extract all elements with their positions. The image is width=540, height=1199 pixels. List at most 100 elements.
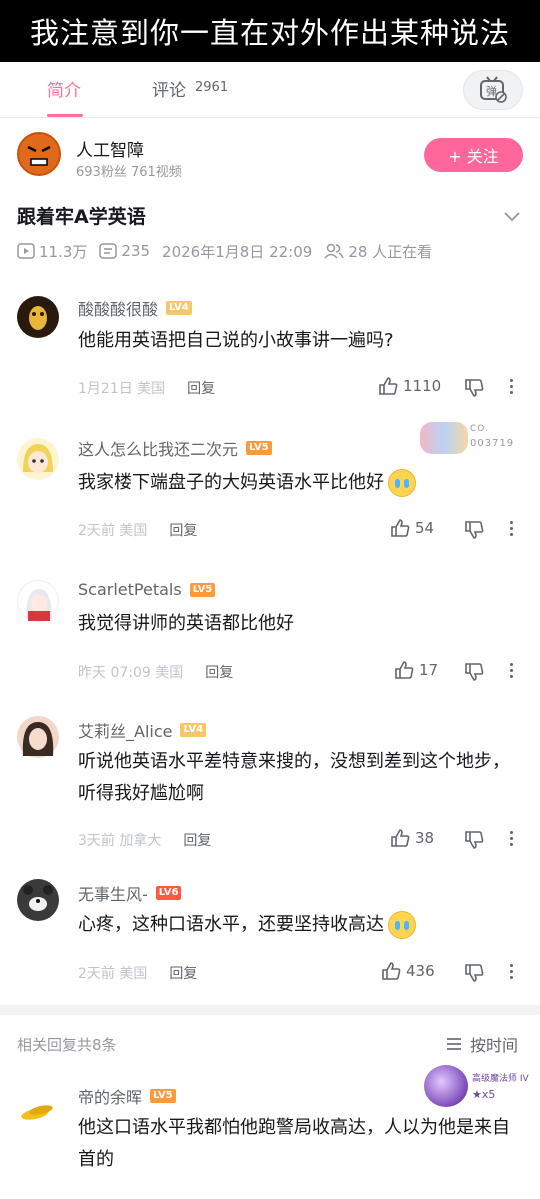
thumbs-down-icon[interactable] bbox=[464, 830, 484, 850]
username-text: 艾莉丝_Alice bbox=[78, 722, 173, 741]
comment-username[interactable]: 帝的余晖 LV5 bbox=[78, 1084, 176, 1108]
reply-button[interactable]: 回复 bbox=[183, 830, 211, 850]
uploader-row: 人工智障 693粉丝 761视频 + 关注 bbox=[0, 118, 540, 196]
follow-button[interactable]: + 关注 bbox=[424, 138, 523, 172]
danmaku-off-icon: 弹 bbox=[480, 76, 507, 103]
fan-badge: CO. 003719 bbox=[420, 420, 524, 458]
level-badge: LV4 bbox=[166, 301, 192, 315]
related-replies-header: 相关回复共8条 按时间 bbox=[0, 1018, 540, 1070]
level-badge: LV6 bbox=[155, 886, 182, 900]
comment-time: 3天前 加拿大 bbox=[78, 833, 162, 849]
people-icon bbox=[324, 243, 345, 259]
decoration-title: 高级魔法师 IV bbox=[472, 1074, 529, 1084]
magic-orb-icon bbox=[424, 1065, 468, 1107]
comment-meta: 1月21日 美国 回复 bbox=[78, 378, 215, 398]
uploader-stats: 693粉丝 761视频 bbox=[76, 165, 182, 180]
like-count: 54 bbox=[415, 519, 435, 537]
comment-text: 心疼，这种口语水平，还要坚持收高达 bbox=[78, 909, 523, 941]
comment-text: 听说他英语水平差特意来搜的，没想到差到这个地步，听得我好尴尬啊 bbox=[78, 751, 510, 804]
comment-username[interactable]: 这人怎么比我还二次元 LV5 bbox=[78, 436, 272, 460]
caption-text: 我注意到你一直在对外作出某种说法 bbox=[29, 16, 510, 50]
thumbs-down-icon[interactable] bbox=[464, 963, 484, 983]
decoration-badge: 高级魔法师 IV ★x5 bbox=[424, 1065, 534, 1107]
section-divider bbox=[0, 1005, 540, 1015]
fan-badge-image bbox=[420, 422, 468, 454]
username-text: 帝的余晖 bbox=[78, 1088, 143, 1107]
more-options-icon[interactable] bbox=[507, 831, 515, 846]
comment-meta: 昨天 07:09 美国 回复 bbox=[78, 662, 233, 682]
fan-badge-line2: 003719 bbox=[470, 438, 515, 449]
avatar[interactable] bbox=[17, 1088, 59, 1130]
like-button[interactable]: 1110 bbox=[378, 376, 441, 396]
thumbs-down-icon[interactable] bbox=[464, 378, 484, 398]
crying-emoji-icon bbox=[388, 469, 416, 497]
username-text: 酸酸酸很酸 bbox=[78, 300, 159, 319]
comment-username[interactable]: 艾莉丝_Alice LV4 bbox=[78, 718, 207, 742]
comment-text: 我觉得讲师的英语都比他好 bbox=[78, 613, 294, 634]
comment-text: 他这口语水平我都怕他跑警局收高达，人以为他是来自首的 bbox=[78, 1117, 510, 1170]
avatar[interactable] bbox=[17, 716, 59, 758]
tab-comments[interactable]: 评论 bbox=[152, 76, 186, 101]
tab-active-indicator bbox=[47, 114, 83, 117]
sort-by-time-button[interactable]: 按时间 bbox=[446, 1032, 518, 1056]
publish-datetime: 2026年1月8日 22:09 bbox=[162, 242, 313, 261]
play-count-icon bbox=[17, 243, 35, 259]
avatar[interactable] bbox=[17, 296, 59, 338]
comment-time: 昨天 07:09 美国 bbox=[78, 665, 184, 681]
thumbs-down-icon[interactable] bbox=[464, 662, 484, 682]
like-count: 1110 bbox=[403, 377, 442, 395]
like-button[interactable]: 54 bbox=[390, 518, 434, 538]
sort-label: 按时间 bbox=[470, 1036, 519, 1055]
sort-icon bbox=[447, 1038, 461, 1050]
level-badge: LV5 bbox=[189, 582, 216, 597]
decoration-stars: ★x5 bbox=[472, 1088, 496, 1101]
reply-button[interactable]: 回复 bbox=[169, 520, 197, 540]
more-options-icon[interactable] bbox=[507, 521, 515, 536]
thumbs-down-icon[interactable] bbox=[464, 520, 484, 540]
uploader-avatar[interactable] bbox=[17, 132, 61, 176]
like-count: 17 bbox=[419, 661, 439, 679]
reply-button[interactable]: 回复 bbox=[187, 378, 215, 398]
danmaku-toggle-button[interactable]: 弹 bbox=[463, 70, 523, 110]
like-button[interactable]: 17 bbox=[394, 660, 438, 680]
more-options-icon[interactable] bbox=[507, 379, 515, 394]
danmaku-count-icon bbox=[99, 243, 118, 259]
comment-time: 2天前 美国 bbox=[78, 966, 148, 982]
username-text: 这人怎么比我还二次元 bbox=[78, 440, 239, 459]
comment-username[interactable]: 无事生风- LV6 bbox=[78, 881, 182, 905]
tab-intro[interactable]: 简介 bbox=[47, 76, 81, 101]
video-title: 跟着牢A学英语 bbox=[17, 206, 146, 228]
like-button[interactable]: 436 bbox=[381, 961, 435, 981]
username-text: ScarletPetals bbox=[78, 580, 182, 599]
thumbs-up-icon bbox=[395, 661, 414, 679]
comment-time: 1月21日 美国 bbox=[78, 381, 166, 397]
comment-meta: 2天前 美国 回复 bbox=[78, 520, 197, 540]
reply-button[interactable]: 回复 bbox=[169, 963, 197, 983]
like-count: 38 bbox=[415, 829, 435, 847]
reply-button[interactable]: 回复 bbox=[205, 662, 233, 682]
avatar[interactable] bbox=[17, 580, 59, 622]
comment-meta: 2天前 美国 回复 bbox=[78, 963, 197, 983]
thumbs-up-icon bbox=[391, 519, 410, 537]
watching-count-value: 28 人正在看 bbox=[348, 242, 433, 261]
tab-bar: 简介 评论 2961 弹 bbox=[0, 62, 540, 118]
thumbs-up-icon bbox=[379, 377, 398, 395]
more-options-icon[interactable] bbox=[507, 663, 515, 678]
uploader-name[interactable]: 人工智障 bbox=[76, 136, 144, 161]
comment-meta: 3天前 加拿大 回复 bbox=[78, 830, 211, 850]
more-options-icon[interactable] bbox=[507, 964, 515, 979]
avatar[interactable] bbox=[17, 438, 59, 480]
level-badge: LV5 bbox=[150, 1089, 176, 1103]
avatar[interactable] bbox=[17, 879, 59, 921]
view-count: 11.3万 bbox=[17, 241, 87, 262]
comment-time: 2天前 美国 bbox=[78, 523, 148, 539]
comment-username[interactable]: ScarletPetals LV5 bbox=[78, 580, 216, 599]
comment-username[interactable]: 酸酸酸很酸 LV4 bbox=[78, 296, 192, 320]
thumbs-up-icon bbox=[382, 962, 401, 980]
like-button[interactable]: 38 bbox=[390, 828, 434, 848]
chevron-down-icon[interactable] bbox=[501, 205, 523, 227]
thumbs-up-icon bbox=[391, 829, 410, 847]
fan-badge-line1: CO. bbox=[470, 424, 489, 434]
crying-emoji-icon bbox=[388, 911, 416, 939]
like-count: 436 bbox=[406, 962, 435, 980]
